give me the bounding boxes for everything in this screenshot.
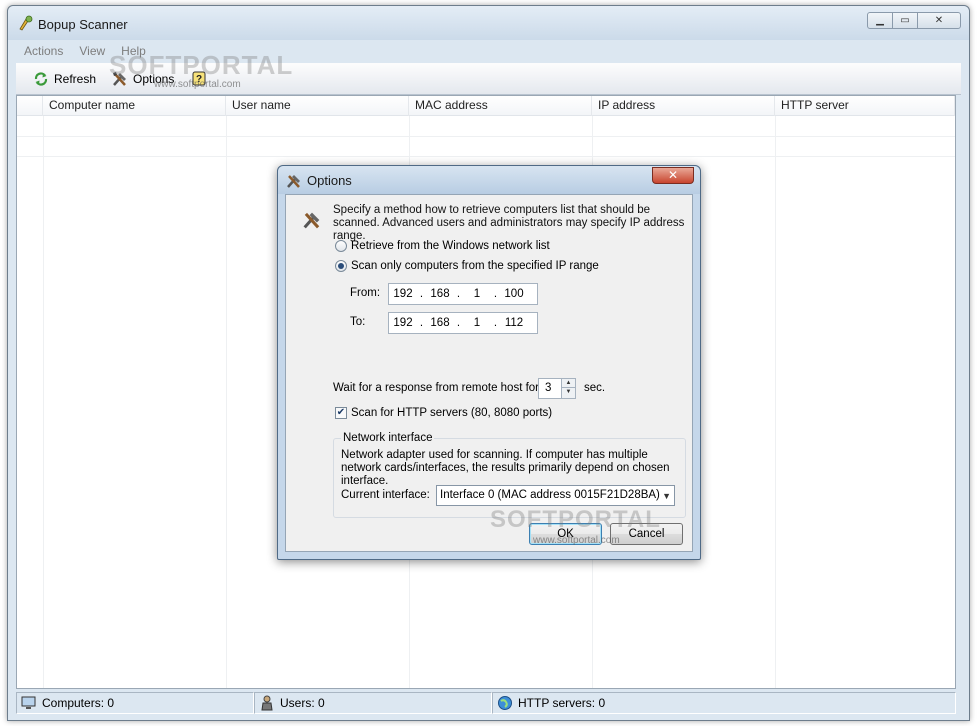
- ip-octet[interactable]: 192: [389, 288, 417, 300]
- status-computers-text: Computers: 0: [42, 696, 115, 710]
- ip-separator: .: [419, 288, 424, 300]
- ip-separator: .: [456, 317, 461, 329]
- http-scan-label: Scan for HTTP servers (80, 8080 ports): [351, 407, 553, 419]
- status-http-text: HTTP servers: 0: [518, 696, 606, 710]
- title-bar[interactable]: Bopup Scanner ▁ ▭ ✕: [8, 6, 969, 40]
- chevron-down-icon[interactable]: ▼: [662, 487, 671, 506]
- radio-ip-range[interactable]: Scan only computers from the specified I…: [335, 260, 599, 272]
- interface-label: Current interface:: [341, 489, 430, 501]
- ip-octet[interactable]: 100: [500, 288, 528, 300]
- radio-button[interactable]: [335, 240, 347, 252]
- status-http: HTTP servers: 0: [492, 692, 956, 714]
- ip-octet[interactable]: 1: [463, 288, 491, 300]
- dialog-title-bar[interactable]: Options ✕: [278, 166, 700, 194]
- window-title: Bopup Scanner: [38, 17, 128, 32]
- checkmark-icon[interactable]: ✔: [335, 407, 347, 419]
- watermark-url: www.softportal.com: [154, 79, 241, 90]
- ip-octet[interactable]: 192: [389, 317, 417, 329]
- minimize-button[interactable]: ▁: [867, 12, 893, 29]
- table-header: Computer name User name MAC address IP a…: [17, 96, 955, 116]
- wait-unit-label: sec.: [584, 382, 606, 394]
- column-user-name[interactable]: User name: [226, 96, 409, 116]
- close-button[interactable]: ✕: [917, 12, 961, 29]
- dialog-title: Options: [307, 173, 352, 188]
- grid-line: [226, 116, 227, 688]
- column-ip-address[interactable]: IP address: [592, 96, 775, 116]
- refresh-label: Refresh: [54, 72, 97, 86]
- computer-icon: [21, 695, 37, 711]
- tools-icon: [285, 172, 303, 193]
- ip-separator: .: [493, 288, 498, 300]
- stepper-up-icon[interactable]: ▲: [562, 379, 575, 388]
- radio-windows-list[interactable]: Retrieve from the Windows network list: [335, 240, 550, 252]
- dialog-body: Specify a method how to retrieve compute…: [285, 194, 693, 552]
- grid-line: [17, 156, 955, 157]
- to-label: To:: [350, 316, 366, 328]
- status-users: Users: 0: [254, 692, 492, 714]
- grid-line: [775, 116, 776, 688]
- column-computer-name[interactable]: Computer name: [43, 96, 226, 116]
- status-bar: Computers: 0 Users: 0 HTTP servers: 0: [16, 692, 956, 714]
- grid-line: [43, 116, 44, 688]
- from-label: From:: [350, 287, 381, 299]
- maximize-button[interactable]: ▭: [892, 12, 918, 29]
- to-ip-input[interactable]: 192 . 168 . 1 . 112: [388, 312, 538, 334]
- column-http-server[interactable]: HTTP server: [775, 96, 955, 116]
- wait-label: Wait for a response from remote host for: [333, 382, 540, 394]
- globe-icon: [497, 695, 513, 711]
- wait-seconds-stepper[interactable]: 3 ▲ ▼: [538, 378, 576, 399]
- dialog-description: Specify a method how to retrieve compute…: [333, 204, 685, 242]
- radio-windows-label: Retrieve from the Windows network list: [351, 240, 550, 252]
- menu-view[interactable]: View: [71, 42, 113, 62]
- stepper-down-icon[interactable]: ▼: [562, 388, 575, 397]
- watermark-url: www.softportal.com: [533, 535, 620, 546]
- watermark-brand: SOFTPORTAL: [490, 506, 661, 533]
- app-scanner-icon: [18, 15, 34, 31]
- interface-select[interactable]: Interface 0 (MAC address 0015F21D28BA) ▼: [436, 485, 675, 506]
- options-dialog: Options ✕ Specify a method how to retrie…: [277, 165, 701, 560]
- ip-octet[interactable]: 168: [426, 317, 454, 329]
- ip-octet[interactable]: 112: [500, 317, 528, 329]
- group-title: Network interface: [341, 432, 435, 444]
- menu-actions[interactable]: Actions: [16, 42, 71, 62]
- status-computers: Computers: 0: [16, 692, 254, 714]
- tools-icon: [301, 209, 323, 234]
- header-spacer: [17, 96, 43, 116]
- ip-separator: .: [456, 288, 461, 300]
- from-ip-input[interactable]: 192 . 168 . 1 . 100: [388, 283, 538, 305]
- radio-range-label: Scan only computers from the specified I…: [351, 260, 599, 272]
- grid-line: [17, 136, 955, 137]
- ip-octet[interactable]: 168: [426, 288, 454, 300]
- radio-button-selected[interactable]: [335, 260, 347, 272]
- wait-seconds-value[interactable]: 3: [545, 382, 551, 394]
- refresh-icon: [32, 70, 50, 88]
- user-icon: [259, 695, 275, 711]
- ip-octet[interactable]: 1: [463, 317, 491, 329]
- dialog-close-button[interactable]: ✕: [652, 167, 694, 184]
- watermark-brand: SOFTPORTAL: [109, 50, 294, 80]
- http-scan-checkbox-row[interactable]: ✔ Scan for HTTP servers (80, 8080 ports): [335, 407, 552, 419]
- refresh-button[interactable]: Refresh: [32, 68, 96, 90]
- interface-value: Interface 0 (MAC address 0015F21D28BA): [440, 489, 660, 501]
- ip-separator: .: [419, 317, 424, 329]
- ip-separator: .: [493, 317, 498, 329]
- column-mac-address[interactable]: MAC address: [409, 96, 592, 116]
- status-users-text: Users: 0: [280, 696, 325, 710]
- network-description: Network adapter used for scanning. If co…: [341, 449, 670, 487]
